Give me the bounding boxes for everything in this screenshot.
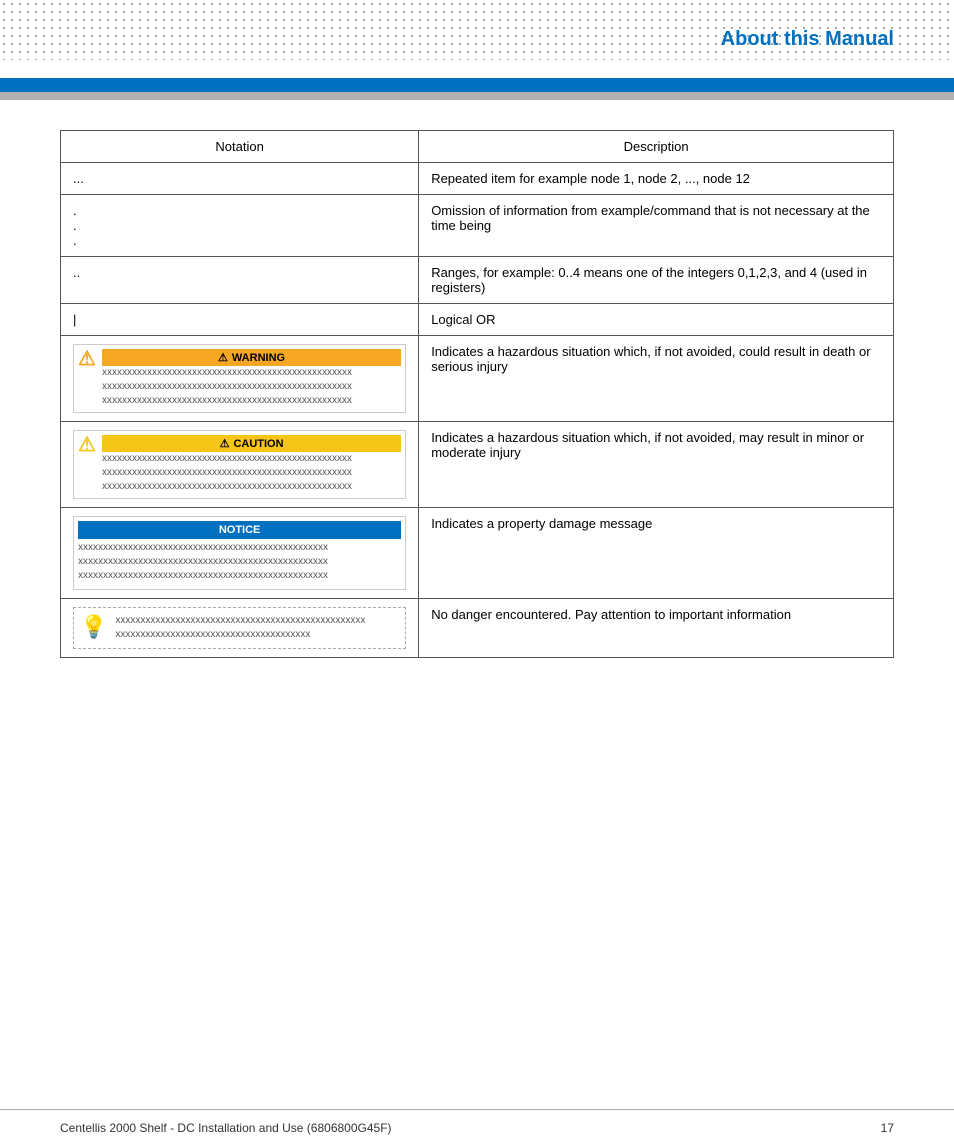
lightbulb-icon: 💡 xyxy=(80,614,107,640)
table-row: ... Omission of information from example… xyxy=(61,195,894,257)
col-notation-header: Notation xyxy=(61,131,419,163)
caution-label: CAUTION xyxy=(233,438,283,450)
warning-visual: ⚠ ⚠ WARNING xxxxxxxxxxxxxxxxxxxxxxxxxxxx… xyxy=(73,344,406,413)
notice-placeholder-text: xxxxxxxxxxxxxxxxxxxxxxxxxxxxxxxxxxxxxxxx… xyxy=(78,539,401,585)
header-blue-bar xyxy=(0,78,954,92)
table-row-tip: 💡 xxxxxxxxxxxxxxxxxxxxxxxxxxxxxxxxxxxxxx… xyxy=(61,599,894,658)
tip-placeholder-text: xxxxxxxxxxxxxxxxxxxxxxxxxxxxxxxxxxxxxxxx… xyxy=(115,614,399,642)
table-row-warning: ⚠ ⚠ WARNING xxxxxxxxxxxxxxxxxxxxxxxxxxxx… xyxy=(61,336,894,422)
warning-header: ⚠ WARNING xyxy=(102,349,401,366)
col-description-header: Description xyxy=(419,131,894,163)
caution-icon-small: ⚠ xyxy=(220,437,230,450)
table-row: ... Repeated item for example node 1, no… xyxy=(61,163,894,195)
table-row-caution: ⚠ ⚠ CAUTION xxxxxxxxxxxxxxxxxxxxxxxxxxxx… xyxy=(61,422,894,508)
notation-range: .. xyxy=(61,257,419,304)
warning-icon-small: ⚠ xyxy=(218,351,228,364)
notation-dots: ... xyxy=(61,195,419,257)
main-content: Notation Description ... Repeated item f… xyxy=(0,100,954,688)
caution-box-inner: ⚠ CAUTION xxxxxxxxxxxxxxxxxxxxxxxxxxxxxx… xyxy=(102,435,401,494)
tip-visual: 💡 xxxxxxxxxxxxxxxxxxxxxxxxxxxxxxxxxxxxxx… xyxy=(73,607,406,649)
notation-pipe: | xyxy=(61,304,419,336)
table-row: | Logical OR xyxy=(61,304,894,336)
caution-placeholder-text: xxxxxxxxxxxxxxxxxxxxxxxxxxxxxxxxxxxxxxxx… xyxy=(102,452,401,494)
page-title: About this Manual xyxy=(721,28,894,51)
warning-label: WARNING xyxy=(232,352,285,364)
notation-table: Notation Description ... Repeated item f… xyxy=(60,130,894,658)
warning-placeholder-text: xxxxxxxxxxxxxxxxxxxxxxxxxxxxxxxxxxxxxxxx… xyxy=(102,366,401,408)
table-header-row: Notation Description xyxy=(61,131,894,163)
table-row: .. Ranges, for example: 0..4 means one o… xyxy=(61,257,894,304)
footer-page-number: 17 xyxy=(881,1121,894,1135)
caution-header: ⚠ CAUTION xyxy=(102,435,401,452)
desc-ellipsis: Repeated item for example node 1, node 2… xyxy=(419,163,894,195)
warning-box-inner: ⚠ WARNING xxxxxxxxxxxxxxxxxxxxxxxxxxxxxx… xyxy=(102,349,401,408)
caution-visual: ⚠ ⚠ CAUTION xxxxxxxxxxxxxxxxxxxxxxxxxxxx… xyxy=(73,430,406,499)
desc-notice: Indicates a property damage message xyxy=(419,508,894,599)
desc-range: Ranges, for example: 0..4 means one of t… xyxy=(419,257,894,304)
desc-caution: Indicates a hazardous situation which, i… xyxy=(419,422,894,508)
notation-tip-box: 💡 xxxxxxxxxxxxxxxxxxxxxxxxxxxxxxxxxxxxxx… xyxy=(61,599,419,658)
notation-ellipsis: ... xyxy=(61,163,419,195)
page-footer: Centellis 2000 Shelf - DC Installation a… xyxy=(0,1109,954,1145)
desc-pipe: Logical OR xyxy=(419,304,894,336)
desc-warning: Indicates a hazardous situation which, i… xyxy=(419,336,894,422)
warning-triangle-icon: ⚠ xyxy=(78,349,96,369)
notice-header: NOTICE xyxy=(78,521,401,539)
notation-warning-box: ⚠ ⚠ WARNING xxxxxxxxxxxxxxxxxxxxxxxxxxxx… xyxy=(61,336,419,422)
desc-dots: Omission of information from example/com… xyxy=(419,195,894,257)
notation-notice-box: NOTICE xxxxxxxxxxxxxxxxxxxxxxxxxxxxxxxxx… xyxy=(61,508,419,599)
page-header: About this Manual xyxy=(0,0,954,100)
notice-visual: NOTICE xxxxxxxxxxxxxxxxxxxxxxxxxxxxxxxxx… xyxy=(73,516,406,590)
caution-triangle-icon: ⚠ xyxy=(78,435,96,455)
header-gray-bar xyxy=(0,92,954,100)
footer-left-text: Centellis 2000 Shelf - DC Installation a… xyxy=(60,1121,392,1135)
desc-tip: No danger encountered. Pay attention to … xyxy=(419,599,894,658)
notation-caution-box: ⚠ ⚠ CAUTION xxxxxxxxxxxxxxxxxxxxxxxxxxxx… xyxy=(61,422,419,508)
table-row-notice: NOTICE xxxxxxxxxxxxxxxxxxxxxxxxxxxxxxxxx… xyxy=(61,508,894,599)
